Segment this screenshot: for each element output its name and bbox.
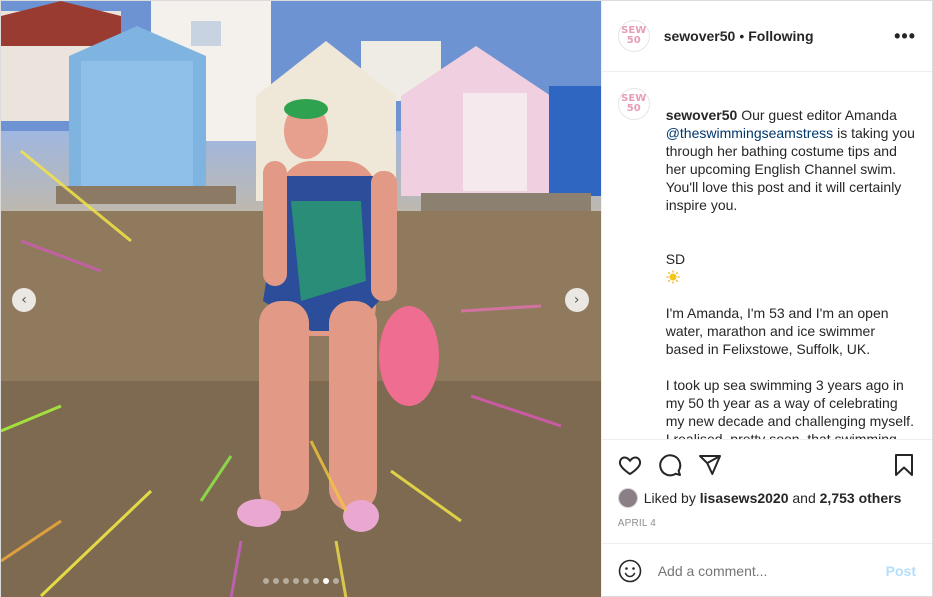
avatar-logo-text: SEW 50	[621, 93, 647, 114]
chevron-left-icon: ‹	[21, 292, 27, 308]
caption-signoff: SD	[665, 251, 686, 267]
post-header: SEW 50 sewover50 • Following •••	[601, 1, 932, 72]
caption-mention-link[interactable]: @theswimmingseamstress	[666, 125, 833, 141]
header-username[interactable]: sewover50	[664, 28, 736, 44]
chevron-right-icon: ›	[573, 292, 580, 308]
heart-icon[interactable]	[618, 453, 642, 477]
avatar[interactable]: SEW 50	[617, 20, 650, 52]
caption-paragraph-2: I'm Amanda, I'm 53 and I'm an open water…	[665, 305, 889, 357]
carousel-dot[interactable]	[282, 578, 289, 584]
carousel-dot[interactable]	[272, 578, 279, 584]
caption-avatar[interactable]: SEW 50	[617, 88, 650, 120]
carousel-dot[interactable]	[312, 578, 319, 584]
carousel-dot[interactable]	[262, 578, 269, 584]
more-options-icon[interactable]: •••	[894, 26, 916, 47]
carousel-dot[interactable]	[302, 578, 309, 584]
carousel-dots	[1, 578, 601, 584]
likes-summary: Liked by lisasews2020 and 2,753 others	[617, 488, 916, 508]
action-icons-row	[618, 450, 916, 480]
carousel-dot[interactable]	[322, 578, 329, 584]
liked-prefix: Liked by	[643, 490, 696, 506]
comment-input[interactable]	[657, 563, 886, 579]
carousel-dot[interactable]	[332, 578, 339, 584]
avatar-logo-text: SEW 50	[621, 25, 647, 46]
caption-area: SEW 50 sewover50 Our guest editor Amanda…	[602, 72, 932, 439]
liker-avatar[interactable]	[617, 488, 638, 508]
caption-username[interactable]: sewover50	[666, 107, 738, 123]
carousel-dot[interactable]	[292, 578, 299, 584]
beach-scene-image	[1, 1, 601, 597]
liked-and: and	[792, 490, 816, 506]
post-side-panel: SEW 50 sewover50 • Following ••• SEW 50 …	[600, 1, 932, 597]
separator-dot: •	[739, 28, 745, 44]
comment-icon[interactable]	[658, 453, 682, 477]
carousel-next-button[interactable]: ›	[564, 288, 589, 312]
caption-paragraph-3: I took up sea swimming 3 years ago in my…	[665, 377, 914, 439]
post-photo[interactable]: ‹ ›	[1, 1, 601, 597]
following-button[interactable]: Following	[748, 28, 813, 44]
smiley-icon[interactable]	[618, 559, 642, 583]
caption-text: sewover50 Our guest editor Amanda @thesw…	[666, 88, 916, 439]
share-icon[interactable]	[698, 453, 722, 477]
post-comment-button[interactable]: Post	[886, 563, 916, 579]
add-comment-bar: Post	[601, 543, 932, 597]
likes-count-link[interactable]: 2,753 others	[820, 490, 902, 506]
instagram-post: ‹ › SEW 50 sewover50 • Following ••• SEW…	[0, 0, 933, 597]
carousel-prev-button[interactable]: ‹	[12, 288, 36, 312]
post-date[interactable]: APRIL 4	[618, 518, 916, 529]
post-actions: Liked by lisasews2020 and 2,753 others A…	[601, 439, 932, 543]
liked-user-link[interactable]: lisasews2020	[700, 490, 789, 506]
sun-emoji-icon	[666, 270, 680, 284]
bookmark-icon[interactable]	[892, 453, 916, 477]
caption-intro-before: Our guest editor Amanda	[737, 107, 897, 123]
